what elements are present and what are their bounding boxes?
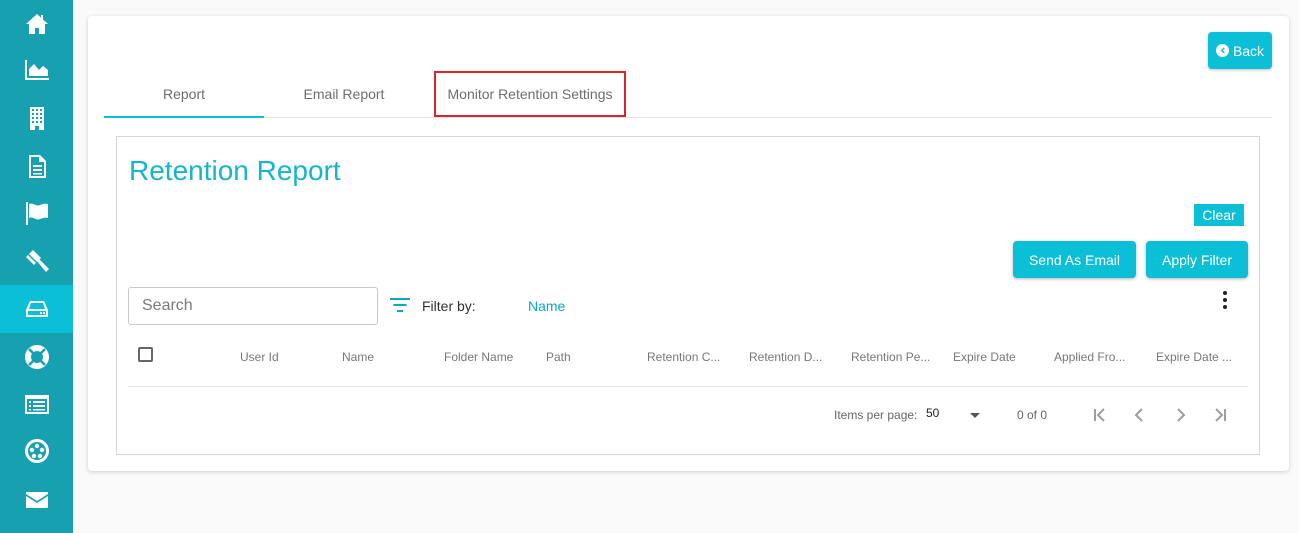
sidebar-item-network[interactable]	[0, 427, 73, 475]
page-title: Retention Report	[129, 155, 341, 186]
gavel-icon	[25, 250, 49, 272]
retention-report-panel: Retention Report Clear Send As Email App…	[116, 136, 1260, 455]
chevron-right-icon	[1177, 408, 1186, 422]
sidebar-item-legal[interactable]	[0, 237, 73, 285]
sidebar-item-documents[interactable]	[0, 142, 73, 190]
items-per-page-label: Items per page:	[834, 408, 918, 422]
sidebar-item-storage[interactable]	[0, 285, 73, 333]
column-header-retention-c[interactable]: Retention C...	[647, 350, 727, 364]
network-icon	[24, 439, 49, 463]
sidebar-item-buildings[interactable]	[0, 94, 73, 142]
home-icon	[25, 14, 48, 34]
document-icon	[28, 155, 46, 178]
back-circle-icon	[1215, 44, 1229, 57]
envelope-icon	[25, 492, 48, 508]
items-per-page-select[interactable]: 50	[926, 406, 981, 424]
main-area: Back Report Email Report Monitor Retenti…	[73, 0, 1299, 533]
filter-icon[interactable]	[389, 295, 411, 315]
last-page-icon	[1215, 408, 1226, 422]
tab-email-report[interactable]: Email Report	[264, 71, 424, 117]
column-header-retention-d[interactable]: Retention D...	[749, 350, 829, 364]
area-chart-icon	[24, 60, 49, 80]
storage-drive-icon	[25, 301, 48, 317]
select-all-checkbox[interactable]	[138, 347, 153, 362]
flag-icon	[25, 202, 48, 225]
back-button[interactable]: Back	[1208, 32, 1272, 69]
tab-monitor-retention-settings[interactable]: Monitor Retention Settings	[434, 71, 626, 117]
content-card: Back Report Email Report Monitor Retenti…	[88, 16, 1289, 471]
last-page-button[interactable]	[1208, 403, 1232, 427]
sidebar-item-messages[interactable]	[0, 476, 73, 524]
column-header-expire-date[interactable]: Expire Date	[953, 350, 1033, 364]
apply-filter-button[interactable]: Apply Filter	[1146, 241, 1248, 278]
chevron-left-icon	[1134, 408, 1143, 422]
column-header-user-id[interactable]: User Id	[240, 350, 320, 364]
sidebar-item-list[interactable]	[0, 380, 73, 428]
sidebar-item-flags[interactable]	[0, 189, 73, 237]
table-divider	[128, 386, 1248, 387]
search-input[interactable]	[128, 287, 378, 325]
column-header-applied-from[interactable]: Applied Fro...	[1054, 350, 1134, 364]
send-as-email-button[interactable]: Send As Email	[1013, 241, 1136, 278]
sidebar-item-analytics[interactable]	[0, 46, 73, 94]
back-button-label: Back	[1232, 42, 1265, 59]
more-options-icon[interactable]	[1217, 289, 1233, 311]
building-icon	[29, 107, 44, 130]
list-icon	[24, 395, 49, 414]
sidebar-item-home[interactable]	[0, 0, 73, 48]
pagination-range: 0 of 0	[1017, 408, 1048, 422]
sidebar-item-support[interactable]	[0, 333, 73, 381]
column-header-folder-name[interactable]: Folder Name	[444, 350, 524, 364]
tab-report[interactable]: Report	[104, 71, 264, 118]
next-page-button[interactable]	[1168, 403, 1192, 427]
first-page-icon	[1094, 408, 1105, 422]
life-ring-icon	[24, 345, 49, 369]
tab-bar: Report Email Report Monitor Retention Se…	[104, 71, 1272, 118]
first-page-button[interactable]	[1088, 403, 1112, 427]
column-header-expire-date-2[interactable]: Expire Date ...	[1156, 350, 1236, 364]
filter-field-name[interactable]: Name	[528, 298, 565, 314]
column-header-path[interactable]: Path	[546, 350, 626, 364]
caret-down-icon	[970, 413, 980, 418]
clear-button[interactable]: Clear	[1194, 204, 1244, 226]
items-per-page-value: 50	[926, 406, 940, 420]
column-header-retention-pe[interactable]: Retention Pe...	[851, 350, 931, 364]
previous-page-button[interactable]	[1128, 403, 1152, 427]
column-header-name[interactable]: Name	[342, 350, 422, 364]
sidebar	[0, 0, 73, 533]
filter-by-label: Filter by:	[422, 298, 476, 314]
